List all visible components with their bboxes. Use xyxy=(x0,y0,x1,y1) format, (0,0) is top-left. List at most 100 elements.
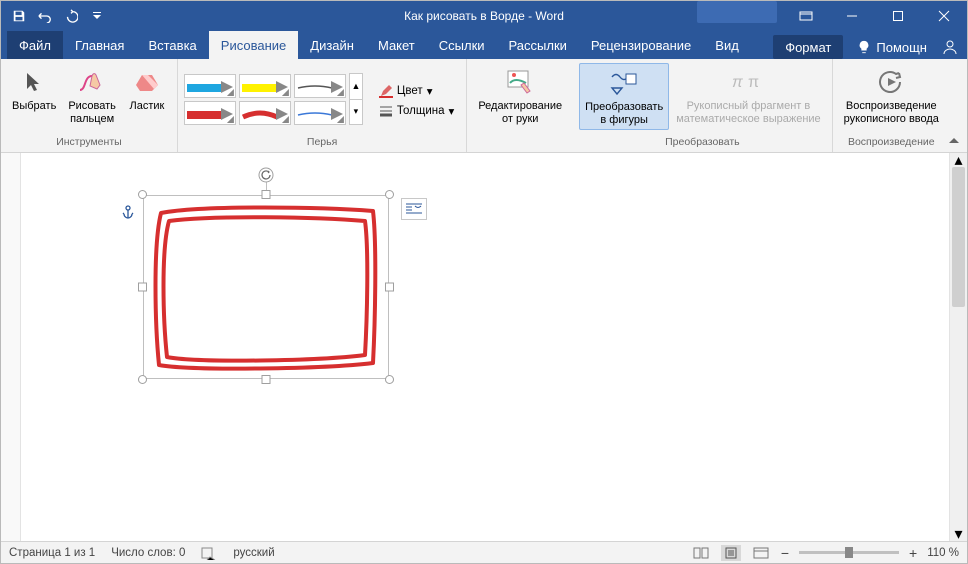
tell-me-label: Помощн xyxy=(876,40,927,55)
edit-ink-button[interactable]: Редактированиеот руки xyxy=(473,63,567,128)
redo-button[interactable] xyxy=(59,5,83,27)
draw-finger-label: Рисовать пальцем xyxy=(68,100,116,125)
pen-preset-4[interactable] xyxy=(184,101,236,125)
maximize-button[interactable] xyxy=(875,1,921,31)
view-print-layout[interactable] xyxy=(721,545,741,561)
tab-layout[interactable]: Макет xyxy=(366,31,427,59)
pen-preset-1[interactable] xyxy=(184,74,236,98)
group-tools: Выбрать Рисовать пальцем Ластик Инструме… xyxy=(1,59,178,152)
collapse-ribbon-button[interactable] xyxy=(947,134,961,148)
color-label: Цвет xyxy=(397,85,423,97)
ink-replay-button[interactable]: Воспроизведениерукописного ввода xyxy=(839,63,944,128)
minimize-button[interactable] xyxy=(829,1,875,31)
pen-gallery-scroll: ▲▾ xyxy=(349,74,363,125)
tab-format[interactable]: Формат xyxy=(773,35,843,59)
layout-options-button[interactable] xyxy=(401,198,427,220)
thickness-label: Толщина xyxy=(397,105,445,117)
pen-thickness-dropdown[interactable]: Толщина ▾ xyxy=(373,102,460,120)
chevron-down-icon: ▾ xyxy=(449,104,455,118)
group-pens: ▲▾ Цвет ▾ Толщина ▾ Перья xyxy=(178,59,467,152)
scroll-more[interactable]: ▾ xyxy=(349,99,363,126)
undo-button[interactable] xyxy=(33,5,57,27)
tab-home[interactable]: Главная xyxy=(63,31,136,59)
resize-handle-ne[interactable] xyxy=(385,190,394,199)
ribbon-options-button[interactable] xyxy=(783,1,829,31)
resize-handle-nw[interactable] xyxy=(138,190,147,199)
ink-to-math-button: ππ Рукописный фрагмент вматематическое в… xyxy=(671,63,825,128)
draw-finger-button[interactable]: Рисовать пальцем xyxy=(63,63,121,128)
resize-handle-e[interactable] xyxy=(385,283,394,292)
view-read-mode[interactable] xyxy=(691,545,711,561)
eraser-icon xyxy=(134,71,160,93)
save-button[interactable] xyxy=(7,5,31,27)
finger-draw-icon xyxy=(78,70,106,94)
zoom-slider-thumb[interactable] xyxy=(845,547,853,558)
account-icon[interactable] xyxy=(941,38,959,56)
group-replay-label: Воспроизведение xyxy=(848,136,935,150)
tab-design[interactable]: Дизайн xyxy=(298,31,366,59)
zoom-slider[interactable] xyxy=(799,551,899,554)
resize-handle-s[interactable] xyxy=(262,375,271,384)
scroll-down-button[interactable]: ▾ xyxy=(950,527,967,541)
pen-preset-6[interactable] xyxy=(294,101,346,125)
zoom-in-button[interactable]: + xyxy=(909,545,917,561)
select-button[interactable]: Выбрать xyxy=(7,63,61,116)
scroll-up-button[interactable]: ▴ xyxy=(950,153,967,167)
tell-me-search[interactable]: Помощн xyxy=(857,40,927,55)
group-convert-label: Преобразовать xyxy=(665,136,740,150)
svg-text:π: π xyxy=(732,74,743,91)
status-language[interactable]: русский xyxy=(233,547,274,559)
ink-to-math-icon: ππ xyxy=(732,71,764,93)
pen-preset-5[interactable] xyxy=(239,101,291,125)
close-button[interactable] xyxy=(921,1,967,31)
ribbon: Выбрать Рисовать пальцем Ластик Инструме… xyxy=(1,59,967,153)
tab-review[interactable]: Рецензирование xyxy=(579,31,703,59)
pen-gallery: ▲▾ xyxy=(184,74,363,125)
cursor-icon xyxy=(22,70,46,94)
group-pens-label: Перья xyxy=(307,136,337,150)
ink-selection[interactable] xyxy=(143,195,389,379)
eraser-button[interactable]: Ластик xyxy=(123,63,171,116)
pen-color-dropdown[interactable]: Цвет ▾ xyxy=(373,82,460,100)
quick-access-toolbar xyxy=(1,5,109,27)
resize-handle-n[interactable] xyxy=(262,190,271,199)
status-wordcount[interactable]: Число слов: 0 xyxy=(111,547,185,559)
pencil-icon xyxy=(379,84,393,98)
tab-draw[interactable]: Рисование xyxy=(209,31,298,59)
user-account-badge[interactable] xyxy=(697,1,777,23)
group-tools-label: Инструменты xyxy=(56,136,121,150)
tab-insert[interactable]: Вставка xyxy=(136,31,208,59)
zoom-out-button[interactable]: − xyxy=(781,545,789,561)
view-web-layout[interactable] xyxy=(751,545,771,561)
tab-references[interactable]: Ссылки xyxy=(427,31,497,59)
tab-file[interactable]: Файл xyxy=(7,31,63,59)
ink-to-shape-icon xyxy=(609,70,639,96)
tab-mailings[interactable]: Рассылки xyxy=(497,31,579,59)
quick-access-customize[interactable] xyxy=(85,5,109,27)
group-convert: Преобразоватьв фигуры ππ Рукописный фраг… xyxy=(573,59,833,152)
ink-to-shapes-button[interactable]: Преобразоватьв фигуры xyxy=(579,63,669,130)
window-buttons xyxy=(697,1,967,31)
resize-handle-w[interactable] xyxy=(138,283,147,292)
thickness-icon xyxy=(379,104,393,118)
resize-handle-sw[interactable] xyxy=(138,375,147,384)
proofing-icon[interactable] xyxy=(201,546,217,560)
zoom-level[interactable]: 110 % xyxy=(927,547,959,559)
status-page[interactable]: Страница 1 из 1 xyxy=(9,547,95,559)
rotate-handle[interactable] xyxy=(258,167,274,183)
vertical-ruler xyxy=(1,153,21,541)
group-edit-ink: Редактированиеот руки xyxy=(467,59,573,152)
status-bar: Страница 1 из 1 Число слов: 0 русский − … xyxy=(1,541,967,563)
pen-preset-2[interactable] xyxy=(239,74,291,98)
window-title: Как рисовать в Ворде - Word xyxy=(404,9,564,23)
pen-preset-3[interactable] xyxy=(294,74,346,98)
document-canvas[interactable] xyxy=(21,153,949,541)
scroll-thumb[interactable] xyxy=(952,167,965,307)
group-replay: Воспроизведениерукописного ввода Воспрои… xyxy=(833,59,950,152)
anchor-icon xyxy=(121,205,135,219)
vertical-scrollbar[interactable]: ▴ ▾ xyxy=(949,153,967,541)
replay-icon xyxy=(876,69,906,95)
resize-handle-se[interactable] xyxy=(385,375,394,384)
scroll-up[interactable]: ▲ xyxy=(349,73,363,100)
tab-view[interactable]: Вид xyxy=(703,31,751,59)
